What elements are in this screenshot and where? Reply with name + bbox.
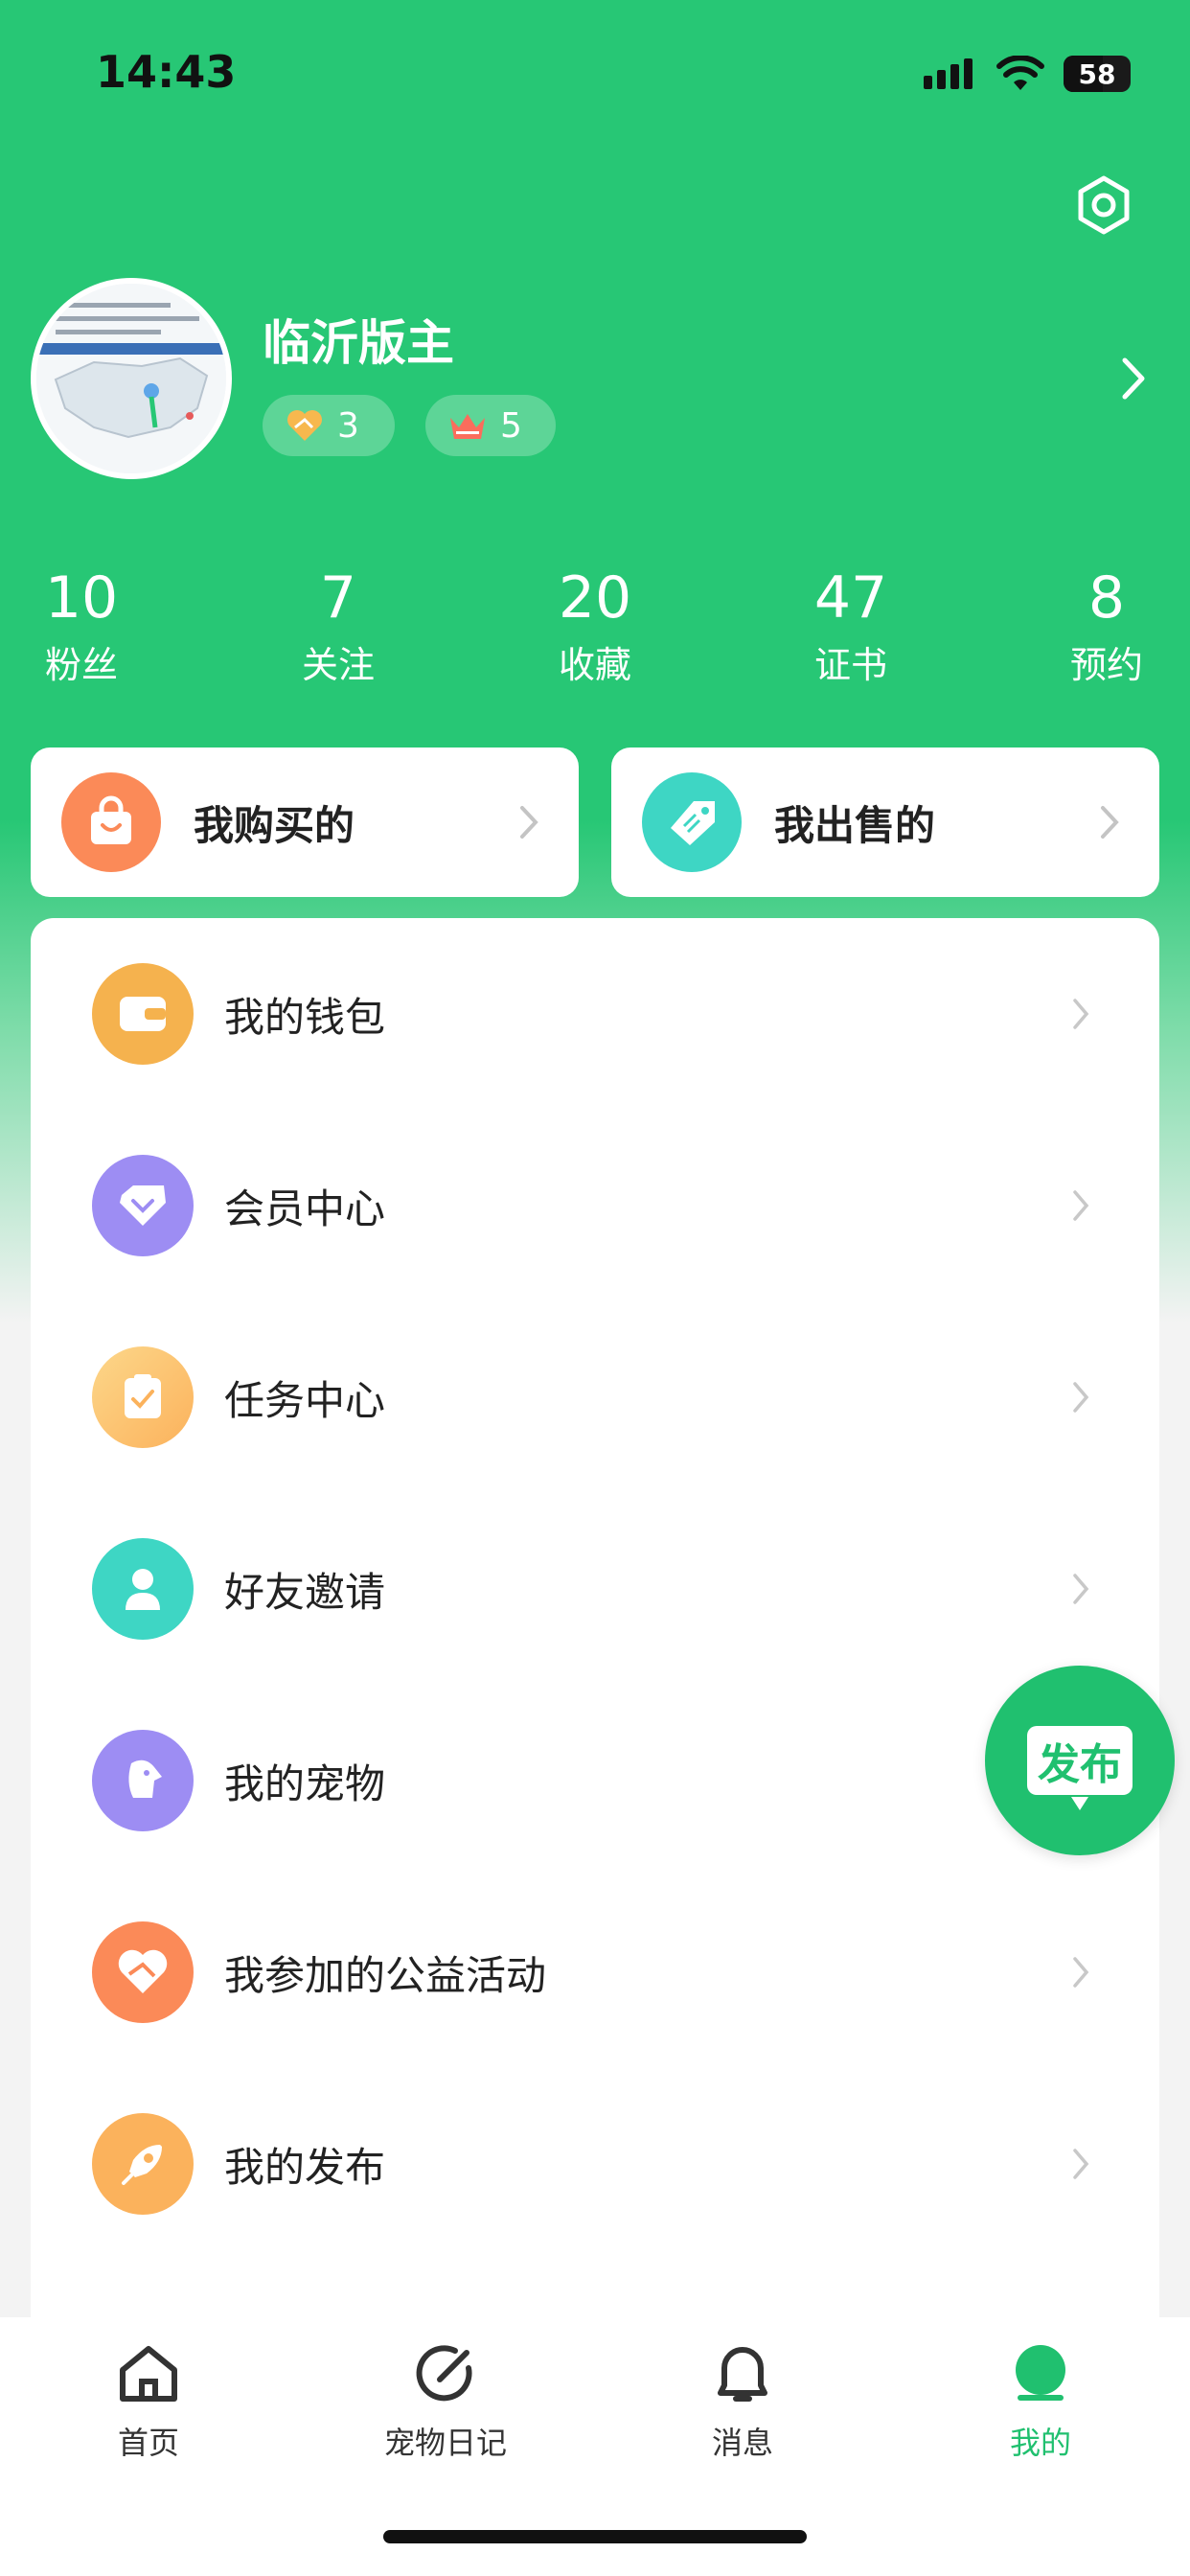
crown-badge[interactable]: 5: [425, 395, 556, 456]
chevron-right-icon: [1073, 999, 1089, 1029]
stat-certificates[interactable]: 47 证书: [755, 560, 947, 694]
wifi-icon: [996, 56, 1044, 90]
home-icon: [120, 2346, 177, 2402]
avatar[interactable]: [31, 278, 232, 479]
crown-count: 5: [500, 405, 522, 446]
username: 临沂版主: [263, 315, 454, 371]
settings-icon[interactable]: [1073, 174, 1134, 236]
stat-label: 证书: [813, 644, 887, 686]
stat-value: 47: [813, 564, 888, 632]
publish-label: 发布: [1027, 1726, 1133, 1810]
stat-label: 预约: [1069, 644, 1143, 686]
tab-label: 我的: [1009, 2425, 1071, 2461]
menu-card: 我的钱包 会员中心 任务中心 好友邀请 我的宠物 我参加的公益活动 我的发布: [31, 918, 1159, 2356]
stats-row: 10 粉丝 7 关注 20 收藏 47 证书 8 预约: [0, 560, 1190, 703]
menu-item-label: 任务中心: [224, 1376, 386, 1424]
tab-label: 首页: [117, 2425, 179, 2461]
home-indicator: [383, 2530, 807, 2543]
stat-value: 10: [44, 564, 119, 632]
tab-pet-diary[interactable]: 宠物日记: [331, 2336, 561, 2463]
chevron-right-icon: [1101, 806, 1119, 839]
status-icons: 58: [924, 54, 1131, 94]
publish-button[interactable]: 发布: [985, 1666, 1175, 1855]
stat-favorites[interactable]: 20 收藏: [499, 560, 691, 694]
stat-value: 8: [1087, 564, 1126, 632]
my-purchases-card[interactable]: 我购买的: [31, 748, 579, 897]
tab-home[interactable]: 首页: [34, 2336, 263, 2463]
menu-item-membership[interactable]: 会员中心: [31, 1110, 1159, 1301]
friend-icon: [92, 1538, 194, 1640]
menu-item-tasks[interactable]: 任务中心: [31, 1301, 1159, 1493]
menu-item-label: 我的钱包: [224, 993, 386, 1041]
chevron-right-icon[interactable]: [1117, 355, 1152, 402]
stat-label: 关注: [301, 644, 375, 686]
menu-item-charity[interactable]: 我参加的公益活动: [31, 1876, 1159, 2068]
rocket-icon: [92, 2113, 194, 2215]
diamond-icon: [92, 1155, 194, 1256]
tab-label: 宠物日记: [383, 2425, 507, 2461]
tab-label: 消息: [711, 2425, 773, 2461]
price-tag-icon: [642, 772, 742, 872]
menu-item-label: 会员中心: [224, 1184, 386, 1232]
chevron-right-icon: [1073, 2149, 1089, 2179]
my-sales-label: 我出售的: [774, 801, 936, 849]
my-purchases-label: 我购买的: [194, 801, 355, 849]
tab-mine[interactable]: 我的: [926, 2336, 1156, 2463]
shopping-bag-icon: [61, 772, 161, 872]
battery-level: 58: [1078, 58, 1116, 90]
stat-appointments[interactable]: 8 预约: [1011, 560, 1190, 694]
stat-fans[interactable]: 10 粉丝: [0, 560, 177, 694]
menu-item-my-posts[interactable]: 我的发布: [31, 2068, 1159, 2260]
love-badge[interactable]: 3: [263, 395, 395, 456]
clipboard-check-icon: [92, 1346, 194, 1448]
tab-messages[interactable]: 消息: [628, 2336, 858, 2463]
stat-value: 7: [319, 564, 357, 632]
love-count: 3: [337, 405, 359, 446]
chevron-right-icon: [1073, 1190, 1089, 1221]
chevron-right-icon: [1073, 1957, 1089, 1988]
wallet-icon: [92, 963, 194, 1065]
menu-item-label: 好友邀请: [224, 1568, 386, 1616]
heart-hands-icon: [92, 1921, 194, 2023]
dog-icon: [92, 1730, 194, 1831]
menu-item-invite-friends[interactable]: 好友邀请: [31, 1493, 1159, 1685]
avatar-map-image: [36, 284, 226, 473]
chevron-right-icon: [1073, 1574, 1089, 1604]
battery-icon: 58: [1064, 56, 1131, 92]
bell-icon: [718, 2347, 767, 2402]
chevron-right-icon: [1073, 1382, 1089, 1413]
chevron-right-icon: [520, 806, 538, 839]
stat-label: 收藏: [558, 644, 631, 686]
stat-value: 20: [558, 564, 632, 632]
menu-item-wallet[interactable]: 我的钱包: [31, 918, 1159, 1110]
edit-circle-icon: [416, 2345, 472, 2402]
menu-item-label: 我参加的公益活动: [224, 1951, 547, 1999]
menu-item-label: 我的发布: [224, 2143, 386, 2191]
crown-icon: [450, 414, 485, 439]
my-sales-card[interactable]: 我出售的: [611, 748, 1159, 897]
heart-hands-icon: [287, 410, 322, 441]
signal-icon: [924, 58, 973, 89]
status-time: 14:43: [96, 46, 237, 98]
stat-following[interactable]: 7 关注: [242, 560, 434, 694]
user-icon: [1016, 2345, 1065, 2401]
stat-label: 粉丝: [44, 644, 118, 686]
